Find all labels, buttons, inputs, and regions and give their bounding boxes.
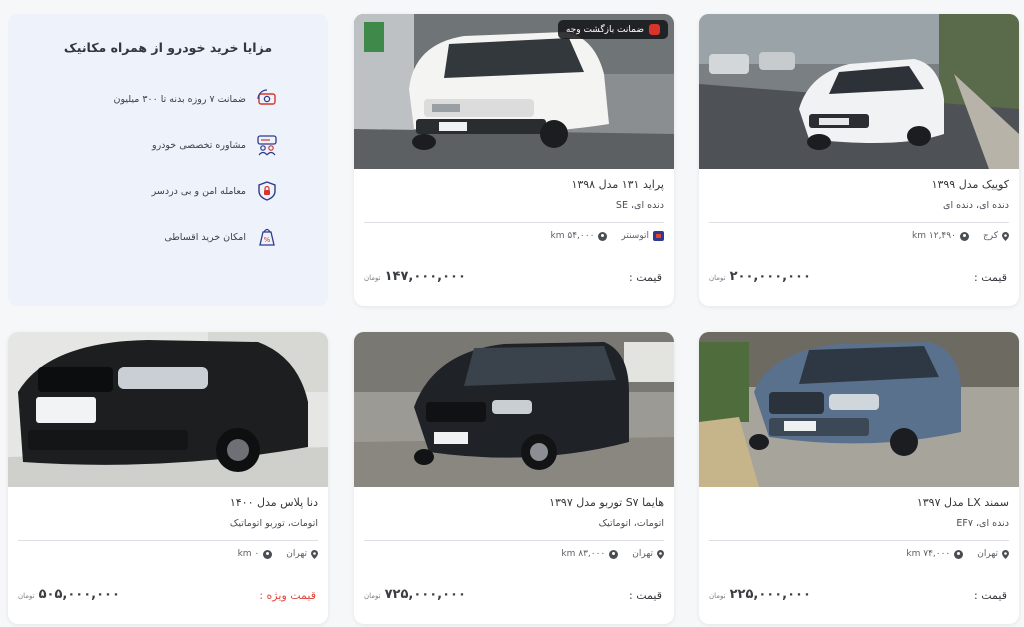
car-subtitle: دنده ای، EF۷: [956, 518, 1009, 529]
secure-shield-icon: [258, 181, 276, 201]
mileage-text: ۸۳,۰۰۰ km: [561, 549, 606, 559]
divider: [364, 222, 664, 223]
badge-text: ضمانت بازگشت وجه: [565, 24, 644, 35]
price-unit: تومان: [364, 592, 381, 600]
car-photo[interactable]: [354, 332, 674, 487]
price: تومان ۵۰۵,۰۰۰,۰۰۰: [18, 587, 120, 602]
location: تهران: [977, 549, 1009, 559]
svg-text:%: %: [264, 236, 271, 244]
price-label: قیمت :: [974, 589, 1007, 602]
price: تومان ۱۴۷,۰۰۰,۰۰۰: [364, 269, 466, 284]
benefit-label: معامله امن و بی دردسر: [151, 185, 246, 197]
car-subtitle: اتومات، اتوماتیک: [598, 518, 664, 529]
car-title[interactable]: سمند LX مدل ۱۳۹۷: [709, 496, 1009, 509]
car-title[interactable]: کوییک مدل ۱۳۹۹: [709, 178, 1009, 191]
benefit-secure: معامله امن و بی دردسر: [152, 180, 278, 202]
odometer-icon: [959, 231, 969, 241]
mileage-text: ۵۴,۰۰۰ km: [550, 231, 595, 241]
benefit-installment: % امکان خرید اقساطی: [164, 226, 278, 248]
car-meta: تهران ۷۴,۰۰۰ km: [709, 549, 1009, 559]
location-pin-icon: [1002, 549, 1009, 559]
price-label: قیمت :: [629, 589, 662, 602]
price-value: ۲۲۵,۰۰۰,۰۰۰: [729, 587, 811, 602]
installment-bag-icon: %: [259, 228, 275, 246]
benefit-label: امکان خرید اقساطی: [164, 231, 246, 243]
car-photo[interactable]: [8, 332, 328, 487]
odometer-icon: [598, 231, 608, 241]
consultation-icon: [257, 135, 277, 156]
benefit-label: ضمانت ۷ روزه بدنه تا ۳۰۰ میلیون: [113, 93, 246, 105]
car-title[interactable]: هایما S۷ توربو مدل ۱۳۹۷: [364, 496, 664, 509]
mileage: ۰ km: [238, 549, 273, 559]
mileage-text: ۷۴,۰۰۰ km: [906, 549, 951, 559]
benefit-consultation: مشاوره تخصصی خودرو: [152, 134, 278, 156]
car-card[interactable]: سمند LX مدل ۱۳۹۷ دنده ای، EF۷ تهران ۷۴,۰…: [699, 332, 1019, 624]
divider: [709, 222, 1009, 223]
benefits-panel: مزایا خرید خودرو از همراه مکانیک ضمانت ۷…: [8, 14, 328, 306]
mileage: ۷۴,۰۰۰ km: [906, 549, 964, 559]
mileage-text: ۱۲,۴۹۰ km: [912, 231, 956, 241]
money-back-badge: ضمانت بازگشت وجه: [557, 20, 668, 39]
car-title[interactable]: پراید ۱۳۱ مدل ۱۳۹۸: [364, 178, 664, 191]
car-meta: تهران ۸۳,۰۰۰ km: [364, 549, 664, 559]
price-unit: تومان: [18, 592, 35, 600]
car-meta: تهران ۰ km: [18, 549, 318, 559]
location-text: کرج: [982, 231, 998, 241]
car-photo[interactable]: [699, 332, 1019, 487]
odometer-icon: [609, 549, 619, 559]
car-title[interactable]: دنا پلاس مدل ۱۴۰۰: [18, 496, 318, 509]
price: تومان ۲۲۵,۰۰۰,۰۰۰: [709, 587, 811, 602]
divider: [364, 540, 664, 541]
car-card[interactable]: ضمانت بازگشت وجه پراید ۱۳۱ مدل ۱۳۹۸ دنده…: [354, 14, 674, 306]
location-text: اتوسنتر: [621, 231, 649, 241]
divider: [709, 540, 1009, 541]
price-value: ۷۲۵,۰۰۰,۰۰۰: [384, 587, 466, 602]
price-value: ۵۰۵,۰۰۰,۰۰۰: [38, 587, 120, 602]
car-card[interactable]: دنا پلاس مدل ۱۴۰۰ اتومات، توربو اتوماتیک…: [8, 332, 328, 624]
location: تهران: [632, 549, 664, 559]
price-unit: تومان: [709, 592, 726, 600]
location-pin-icon: [657, 549, 664, 559]
benefit-label: مشاوره تخصصی خودرو: [151, 139, 246, 151]
location: اتوسنتر: [621, 231, 664, 241]
special-price-label: قیمت ویژه :: [259, 589, 316, 602]
benefits-title: مزایا خرید خودرو از همراه مکانیک: [63, 40, 273, 55]
car-subtitle: دنده ای، SE: [615, 200, 664, 211]
car-subtitle: دنده ای، دنده ای: [943, 200, 1009, 211]
mileage: ۱۲,۴۹۰ km: [912, 231, 969, 241]
car-meta: کرج ۱۲,۴۹۰ km: [709, 231, 1009, 241]
benefit-guarantee: ضمانت ۷ روزه بدنه تا ۳۰۰ میلیون: [114, 88, 278, 110]
price-unit: تومان: [709, 274, 726, 282]
price: تومان ۲۰۰,۰۰۰,۰۰۰: [709, 269, 811, 284]
location: کرج: [983, 231, 1009, 241]
price: تومان ۷۲۵,۰۰۰,۰۰۰: [364, 587, 466, 602]
car-meta: اتوسنتر ۵۴,۰۰۰ km: [364, 231, 664, 241]
location-pin-icon: [311, 549, 318, 559]
location-text: تهران: [977, 549, 998, 559]
location-text: تهران: [632, 549, 653, 559]
car-card[interactable]: هایما S۷ توربو مدل ۱۳۹۷ اتومات، اتوماتیک…: [354, 332, 674, 624]
price-label: قیمت :: [629, 271, 662, 284]
car-photo[interactable]: ضمانت بازگشت وجه: [354, 14, 674, 169]
mileage: ۸۳,۰۰۰ km: [561, 549, 619, 559]
location-text: تهران: [286, 549, 307, 559]
money-guarantee-icon: [257, 89, 276, 105]
guarantee-icon: [649, 24, 660, 35]
price-value: ۱۴۷,۰۰۰,۰۰۰: [384, 269, 466, 284]
location-pin-icon: [1002, 231, 1009, 241]
location: تهران: [286, 549, 318, 559]
divider: [18, 540, 318, 541]
car-photo[interactable]: [699, 14, 1019, 169]
mileage-text: ۰ km: [237, 549, 260, 559]
mileage: ۵۴,۰۰۰ km: [551, 231, 608, 241]
car-card[interactable]: کوییک مدل ۱۳۹۹ دنده ای، دنده ای کرج ۱۲,۴…: [699, 14, 1019, 306]
price-label: قیمت :: [974, 271, 1007, 284]
car-subtitle: اتومات، توربو اتوماتیک: [229, 518, 318, 529]
price-unit: تومان: [364, 274, 381, 282]
odometer-icon: [954, 549, 964, 559]
price-value: ۲۰۰,۰۰۰,۰۰۰: [729, 269, 811, 284]
autocenter-icon: [653, 231, 664, 241]
odometer-icon: [263, 549, 273, 559]
